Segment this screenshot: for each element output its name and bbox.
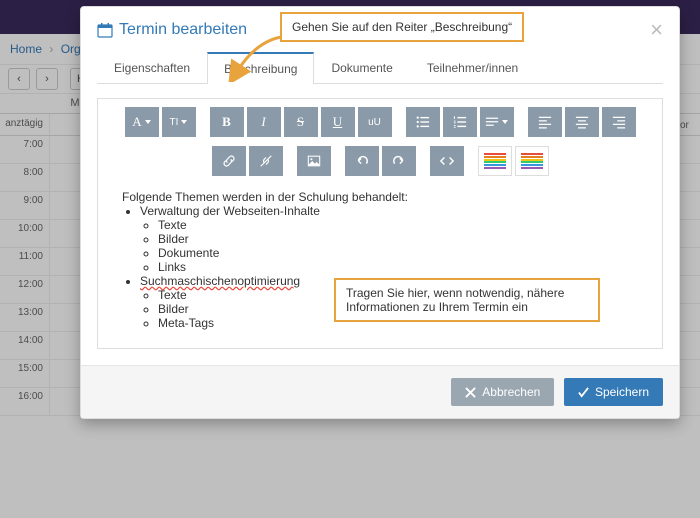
tab-properties[interactable]: Eigenschaften <box>97 52 207 84</box>
ordered-list-button[interactable] <box>443 107 477 137</box>
tab-documents[interactable]: Dokumente <box>314 52 409 84</box>
editor-toolbar: A TI B I S U uU <box>110 107 650 176</box>
text-color-button[interactable] <box>478 146 512 176</box>
calendar-icon <box>97 22 113 38</box>
content-subitem: Texte <box>158 218 642 232</box>
save-label: Speichern <box>595 385 649 399</box>
content-item: Verwaltung der Webseiten-Inhalte <box>140 204 642 218</box>
underline-button[interactable]: U <box>321 107 355 137</box>
italic-button[interactable]: I <box>247 107 281 137</box>
save-button[interactable]: Speichern <box>564 378 663 406</box>
link-button[interactable] <box>212 146 246 176</box>
content-subitem: Links <box>158 260 642 274</box>
cancel-label: Abbrechen <box>482 385 540 399</box>
modal-title: Termin bearbeiten <box>97 21 247 39</box>
paragraph-format-dropdown[interactable] <box>480 107 514 137</box>
clear-format-button[interactable]: uU <box>358 107 392 137</box>
tab-description[interactable]: Beschreibung <box>207 52 314 84</box>
cancel-button[interactable]: Abbrechen <box>451 378 554 406</box>
x-icon <box>465 387 476 398</box>
spelling-error-text: Suchmaschischenoptimierung <box>140 274 300 288</box>
tab-participants[interactable]: Teilnehmer/innen <box>410 52 535 84</box>
undo-button[interactable] <box>345 146 379 176</box>
code-view-button[interactable] <box>430 146 464 176</box>
align-left-button[interactable] <box>528 107 562 137</box>
align-right-button[interactable] <box>602 107 636 137</box>
font-size-dropdown[interactable]: TI <box>162 107 196 137</box>
annotation-tab-callout: Gehen Sie auf den Reiter „Beschreibung“ <box>280 12 524 42</box>
check-icon <box>578 387 589 398</box>
unlink-button[interactable] <box>249 146 283 176</box>
redo-button[interactable] <box>382 146 416 176</box>
modal-footer: Abbrechen Speichern <box>81 365 679 418</box>
edit-appointment-modal: Termin bearbeiten × Eigenschaften Beschr… <box>80 6 680 419</box>
strikethrough-button[interactable]: S <box>284 107 318 137</box>
background-color-button[interactable] <box>515 146 549 176</box>
close-icon[interactable]: × <box>650 19 663 41</box>
content-intro: Folgende Themen werden in der Schulung b… <box>122 190 642 204</box>
modal-body: A TI B I S U uU <box>81 84 679 365</box>
modal-title-text: Termin bearbeiten <box>119 21 247 39</box>
image-button[interactable] <box>297 146 331 176</box>
content-subitem: Dokumente <box>158 246 642 260</box>
annotation-editor-callout: Tragen Sie hier, wenn notwendig, nähere … <box>334 278 600 322</box>
bold-button[interactable]: B <box>210 107 244 137</box>
tabs: Eigenschaften Beschreibung Dokumente Tei… <box>97 51 663 84</box>
unordered-list-button[interactable] <box>406 107 440 137</box>
align-center-button[interactable] <box>565 107 599 137</box>
content-subitem: Bilder <box>158 232 642 246</box>
font-style-dropdown[interactable]: A <box>125 107 159 137</box>
